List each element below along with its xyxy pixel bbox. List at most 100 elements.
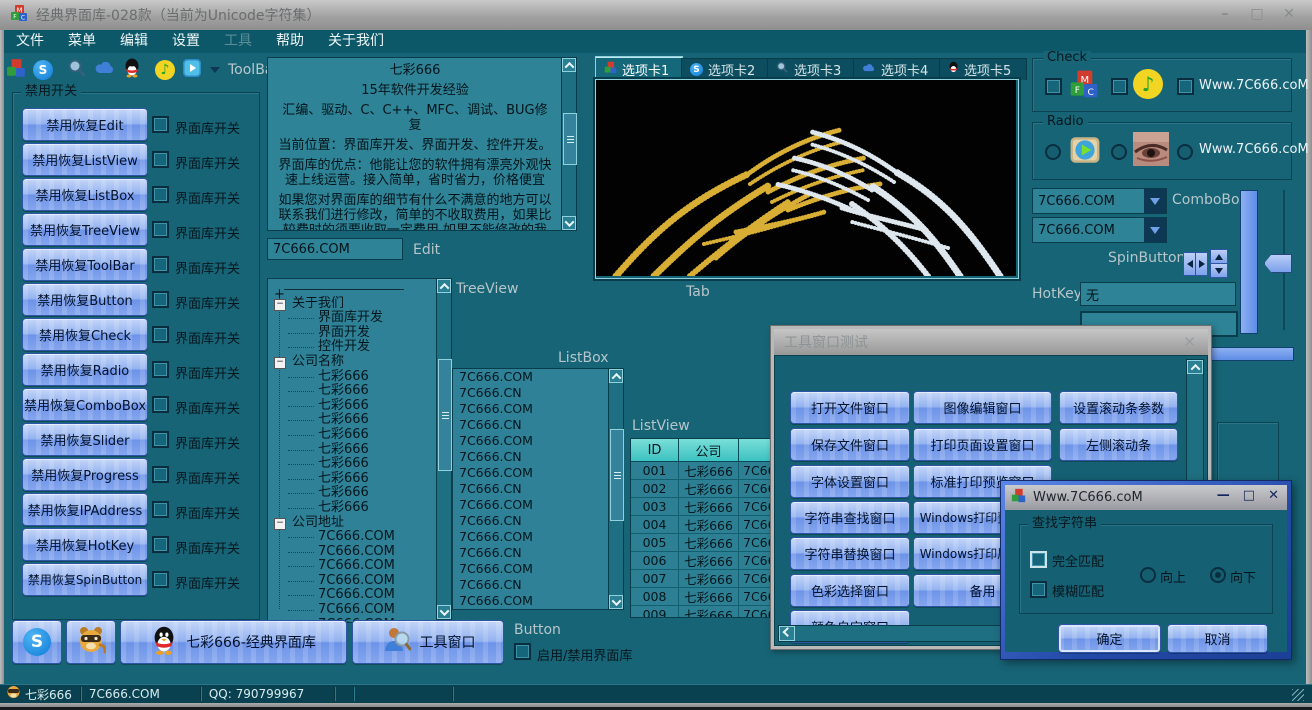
table-row[interactable]: 001七彩6667C666.COM [631,462,791,480]
tab-3[interactable]: 选项卡3 [767,58,855,80]
radio-video-radio[interactable] [1045,144,1061,160]
cloud-icon[interactable] [94,58,116,82]
disable-hotkey-button[interactable]: 禁用恢复HotKey [22,528,148,561]
close-button[interactable]: ✕ [1268,488,1279,503]
table-row[interactable]: 007七彩6667C666.COM [631,570,791,588]
ui-switch-checkbox[interactable]: 界面库开关 [152,326,240,347]
ui-switch-checkbox[interactable]: 界面库开关 [152,116,240,137]
menu-help[interactable]: 帮助 [264,30,316,53]
combobox-2[interactable]: 7C666.COM [1032,217,1167,243]
table-row[interactable]: 004七彩6667C666.COM [631,516,791,534]
menu-tools[interactable]: 工具 [212,30,264,53]
search-up-radio[interactable] [1140,567,1156,583]
listbox-item[interactable]: 7C666.COM [453,593,609,609]
radio-eye-radio[interactable] [1111,144,1127,160]
listview[interactable]: ID 公司 001七彩6667C666.COM 002七彩6667C666.CO… [630,438,792,618]
listbox-item[interactable]: 7C666.COM [453,497,609,513]
disable-listview-button[interactable]: 禁用恢复ListView [22,143,148,176]
tree-item[interactable]: −公司名称 [268,355,437,370]
listbox-item[interactable]: 7C666.COM [453,433,609,449]
replace-string-window-button[interactable]: 字符串替换窗口 [790,537,910,570]
ui-switch-checkbox[interactable]: 界面库开关 [152,466,240,487]
table-row[interactable]: 008七彩6667C666.COM [631,588,791,606]
fuzzy-match-checkbox[interactable] [1030,581,1047,598]
image-edit-window-button[interactable]: 图像编辑窗口 [913,391,1052,424]
resize-grip[interactable] [1292,689,1304,701]
listview-header[interactable]: ID 公司 [631,439,791,462]
enable-library-checkbox[interactable]: 启用/禁用界面库 [514,643,632,664]
table-row[interactable]: 005七彩6667C666.COM [631,534,791,552]
tree-item[interactable]: 七彩666 [268,428,437,443]
listbox-item[interactable]: 7C666.COM [453,529,609,545]
skype-icon[interactable]: S [33,60,53,80]
ui-switch-checkbox[interactable]: 界面库开关 [152,396,240,417]
main-library-button[interactable]: 七彩666-经典界面库 [120,620,347,664]
radio-link-radio[interactable] [1177,144,1193,160]
disable-button-button[interactable]: 禁用恢复Button [22,283,148,316]
menu-about[interactable]: 关于我们 [316,30,396,53]
tree-item[interactable]: 七彩666 [268,413,437,428]
listbox-item[interactable]: 7C666.CN [453,577,609,593]
listbox-item[interactable]: 7C666.CN [453,513,609,529]
scrollbar-params-button[interactable]: 设置滚动条参数 [1059,391,1178,424]
listbox-item[interactable]: 7C666.CN [453,385,609,401]
ui-switch-checkbox[interactable]: 界面库开关 [152,431,240,452]
listbox-item[interactable]: 7C666.CN [453,545,609,561]
tab-4[interactable]: 选项卡4 [853,58,941,80]
disable-listbox-button[interactable]: 禁用恢复ListBox [22,178,148,211]
vertical-slider-handle[interactable] [1264,254,1292,273]
open-file-window-button[interactable]: 打开文件窗口 [790,391,910,424]
spin-down-button[interactable] [1210,263,1228,278]
edit-field[interactable]: 7C666.COM [267,238,403,260]
check-mfc-checkbox[interactable] [1045,78,1062,95]
ui-switch-checkbox[interactable]: 界面库开关 [152,571,240,592]
menu-menu[interactable]: 菜单 [56,30,108,53]
tree-item[interactable]: 七彩666 [268,501,437,516]
disable-check-button[interactable]: 禁用恢复Check [22,318,148,351]
combobox-dropdown-icon[interactable] [1144,218,1166,242]
table-row[interactable]: 003七彩6667C666.COM [631,498,791,516]
spin-right-button[interactable] [1195,252,1208,276]
table-row[interactable]: 006七彩6667C666.COM [631,552,791,570]
tree-item[interactable]: 7C666.COM [268,588,437,603]
left-scrollbar-button[interactable]: 左侧滚动条 [1059,428,1178,461]
tree-item[interactable]: 控件开发 [268,340,437,355]
table-row[interactable]: 009七彩6667C666.COM [631,606,791,618]
check-link-checkbox[interactable] [1177,78,1194,95]
ui-switch-checkbox[interactable]: 界面库开关 [152,186,240,207]
combobox-1[interactable]: 7C666.COM [1032,188,1167,214]
disable-ipaddress-button[interactable]: 禁用恢复IPAddress [22,493,148,526]
tree-item[interactable]: 7C666.COM [268,545,437,560]
disable-progress-button[interactable]: 禁用恢复Progress [22,458,148,491]
cancel-button[interactable]: 取消 [1167,624,1268,653]
table-row[interactable]: 002七彩6667C666.COM [631,480,791,498]
skype-button[interactable]: S [12,620,62,664]
tab-5[interactable]: 选项卡5 [939,58,1027,80]
disable-radio-button[interactable]: 禁用恢复Radio [22,353,148,386]
about-textbox[interactable]: 七彩666 15年软件开发经验 汇编、驱动、C、C++、MFC、调试、BUG修复… [267,57,563,231]
ui-switch-checkbox[interactable]: 界面库开关 [152,256,240,277]
combobox-dropdown-icon[interactable] [1144,189,1166,213]
tree-item[interactable]: 七彩666 [268,443,437,458]
about-scrollbar[interactable] [561,57,577,231]
listbox-item[interactable]: 7C666.CN [453,449,609,465]
tree-item[interactable]: −关于我们 [268,297,437,312]
tab-2[interactable]: S 选项卡2 [681,58,769,80]
listbox-item[interactable]: 7C666.CN [453,481,609,497]
video-play-icon[interactable] [182,58,202,82]
listbox-item[interactable]: 7C666.COM [453,465,609,481]
ok-button[interactable]: 确定 [1058,624,1161,653]
treeview-scrollbar[interactable] [436,278,452,620]
toolbar-dropdown-icon[interactable] [209,63,221,78]
tree-item[interactable]: 7C666.COM [268,559,437,574]
tree-item[interactable]: 七彩666 [268,457,437,472]
disable-treeview-button[interactable]: 禁用恢复TreeView [22,213,148,246]
treeview[interactable]: + −关于我们 界面库开发 界面开发 控件开发 −公司名称 七彩666 七彩66… [267,278,438,623]
hotkey-field[interactable]: 无 [1080,282,1236,306]
minimize-button[interactable]: – [1216,6,1234,22]
minimize-button[interactable]: — [1217,488,1230,503]
listbox-item[interactable]: 7C666.COM [453,369,609,385]
listbox-item[interactable]: 7C666.COM [453,561,609,577]
search-down-radio[interactable] [1210,567,1226,583]
menu-file[interactable]: 文件 [4,30,56,53]
